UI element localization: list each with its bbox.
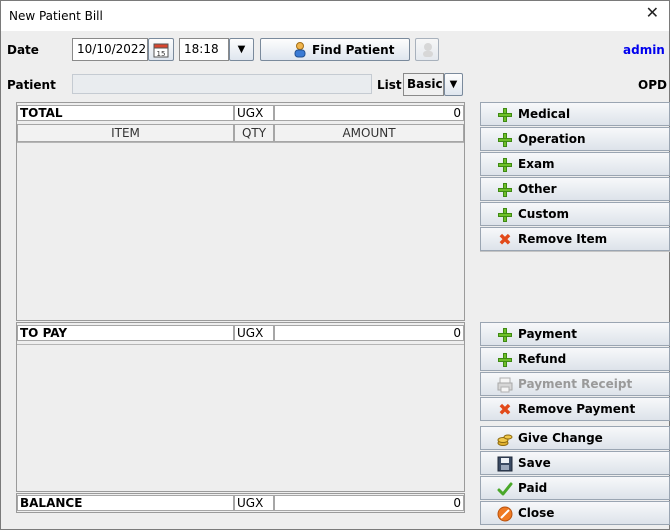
column-header-amount[interactable]: AMOUNT (274, 124, 464, 142)
give-change-button[interactable]: Give Change (480, 426, 670, 450)
close-button[interactable]: Close (480, 501, 670, 525)
column-header-qty[interactable]: QTY (234, 124, 274, 142)
opd-label: OPD (638, 78, 667, 92)
give-change-label: Give Change (518, 431, 603, 445)
patient-label: Patient (7, 78, 56, 92)
date-field[interactable]: 10/10/2022 (72, 38, 148, 61)
remove-payment-button[interactable]: ✖ Remove Payment (480, 397, 670, 421)
custom-button[interactable]: Custom (480, 202, 670, 226)
time-field[interactable]: 18:18 (179, 38, 229, 61)
person-silhouette-icon (423, 43, 433, 57)
paid-button[interactable]: Paid (480, 476, 670, 500)
remove-icon: ✖ (498, 400, 512, 419)
payments-list[interactable] (17, 344, 464, 490)
save-label: Save (518, 456, 551, 470)
window-close-icon[interactable]: ✕ (646, 5, 659, 21)
chevron-down-icon: ▼ (449, 79, 458, 90)
find-patient-label: Find Patient (312, 43, 395, 57)
find-patient-button[interactable]: Find Patient (260, 38, 410, 61)
list-select[interactable]: Basic (403, 73, 444, 96)
paid-label: Paid (518, 481, 548, 495)
calendar-button[interactable]: 15 (148, 38, 174, 61)
total-amount: 0 (274, 105, 464, 121)
total-currency: UGX (234, 105, 274, 121)
payment-label: Payment (518, 327, 577, 341)
payment-button[interactable]: Payment (480, 322, 670, 346)
svg-text:15: 15 (157, 50, 166, 58)
add-icon (497, 352, 513, 368)
chevron-down-icon: ▼ (237, 44, 246, 55)
window-title: New Patient Bill (9, 9, 103, 23)
balance-label: BALANCE (17, 495, 234, 511)
to-pay-currency: UGX (234, 325, 274, 341)
payment-receipt-button[interactable]: Payment Receipt (480, 372, 670, 396)
medical-button[interactable]: Medical (480, 102, 670, 126)
new-patient-bill-window: New Patient Bill ✕ Date 10/10/2022 15 18… (0, 0, 670, 530)
balance-currency: UGX (234, 495, 274, 511)
to-pay-label: TO PAY (17, 325, 234, 341)
coins-icon (497, 434, 513, 446)
title-bar: New Patient Bill ✕ (1, 1, 669, 31)
exam-label: Exam (518, 157, 555, 171)
column-header-item[interactable]: ITEM (17, 124, 234, 142)
balance-amount: 0 (274, 495, 464, 511)
custom-label: Custom (518, 207, 569, 221)
payment-receipt-label: Payment Receipt (518, 377, 633, 391)
total-label: TOTAL (17, 105, 234, 121)
items-table-body[interactable] (17, 142, 464, 320)
save-icon (497, 456, 513, 472)
add-icon (497, 207, 513, 223)
operation-button[interactable]: Operation (480, 127, 670, 151)
close-label: Close (518, 506, 555, 520)
exam-button[interactable]: Exam (480, 152, 670, 176)
current-user: admin (623, 43, 665, 57)
list-label: List (377, 78, 402, 92)
date-label: Date (7, 43, 39, 57)
remove-item-button[interactable]: ✖ Remove Item (480, 227, 670, 251)
add-icon (497, 182, 513, 198)
refund-button[interactable]: Refund (480, 347, 670, 371)
remove-item-label: Remove Item (518, 232, 608, 246)
calendar-icon: 15 (153, 43, 169, 58)
save-button[interactable]: Save (480, 451, 670, 475)
add-icon (497, 107, 513, 123)
remove-payment-label: Remove Payment (518, 402, 636, 416)
add-icon (497, 132, 513, 148)
other-button[interactable]: Other (480, 177, 670, 201)
refund-label: Refund (518, 352, 567, 366)
other-label: Other (518, 182, 557, 196)
add-icon (497, 157, 513, 173)
add-icon (497, 327, 513, 343)
to-pay-amount: 0 (274, 325, 464, 341)
list-dropdown-button[interactable]: ▼ (444, 73, 463, 96)
checkmark-icon (497, 482, 513, 496)
operation-label: Operation (518, 132, 586, 146)
remove-icon: ✖ (498, 230, 512, 249)
printer-icon (497, 377, 513, 393)
patient-record-button[interactable] (415, 38, 439, 61)
patient-icon (294, 42, 306, 58)
patient-field[interactable] (72, 74, 372, 94)
cancel-icon (497, 506, 513, 522)
divider (480, 251, 670, 252)
medical-label: Medical (518, 107, 571, 121)
time-dropdown-button[interactable]: ▼ (229, 38, 254, 61)
